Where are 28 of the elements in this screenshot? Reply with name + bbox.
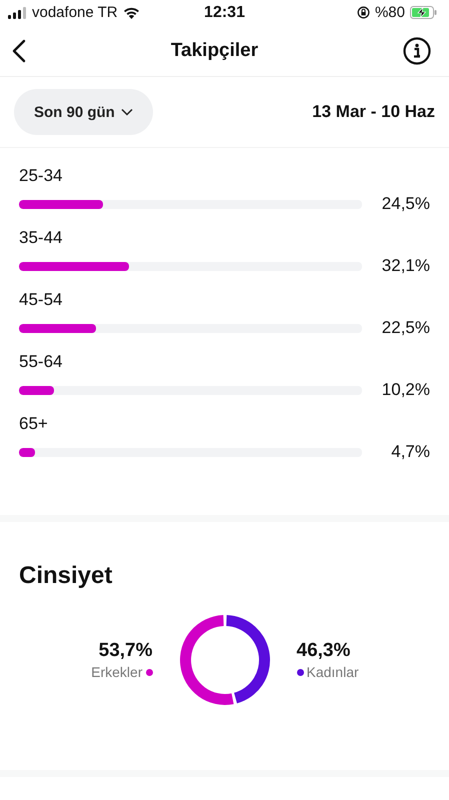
legend-label: Erkekler (91, 664, 142, 680)
carrier-name: vodafone TR (32, 4, 118, 21)
section-title: Cinsiyet (19, 562, 114, 590)
age-group-label: 45-54 (19, 290, 64, 310)
age-group-label: 65+ (19, 414, 49, 434)
wifi-icon (122, 6, 140, 18)
chevron-down-icon (120, 108, 133, 116)
page-title: Takipçiler (170, 40, 258, 62)
legend-label: Kadınlar (306, 664, 359, 680)
back-icon[interactable] (12, 38, 26, 62)
percent-value: 4,7% (391, 442, 430, 462)
percent-value: 53,7% (98, 640, 152, 662)
clock-time: 12:31 (204, 4, 245, 22)
signal-icon (8, 6, 27, 18)
percent-value: 10,2% (382, 380, 430, 400)
percent-value: 24,5% (382, 194, 430, 214)
age-group-label: 25-34 (19, 166, 64, 186)
percent-value: 22,5% (382, 318, 430, 338)
info-icon[interactable] (403, 36, 431, 64)
battery-charging-icon (410, 6, 437, 19)
battery-percent: %80 (374, 4, 405, 21)
age-group-label: 35-44 (19, 228, 64, 248)
age-group-label: 55-64 (19, 352, 64, 372)
rotation-lock-icon (356, 6, 370, 19)
percent-value: 46,3% (296, 640, 350, 662)
period-dropdown[interactable]: Son 90 gün (14, 89, 153, 135)
date-range: 13 Mar - 10 Haz (312, 102, 435, 122)
percent-value: 32,1% (382, 256, 430, 276)
